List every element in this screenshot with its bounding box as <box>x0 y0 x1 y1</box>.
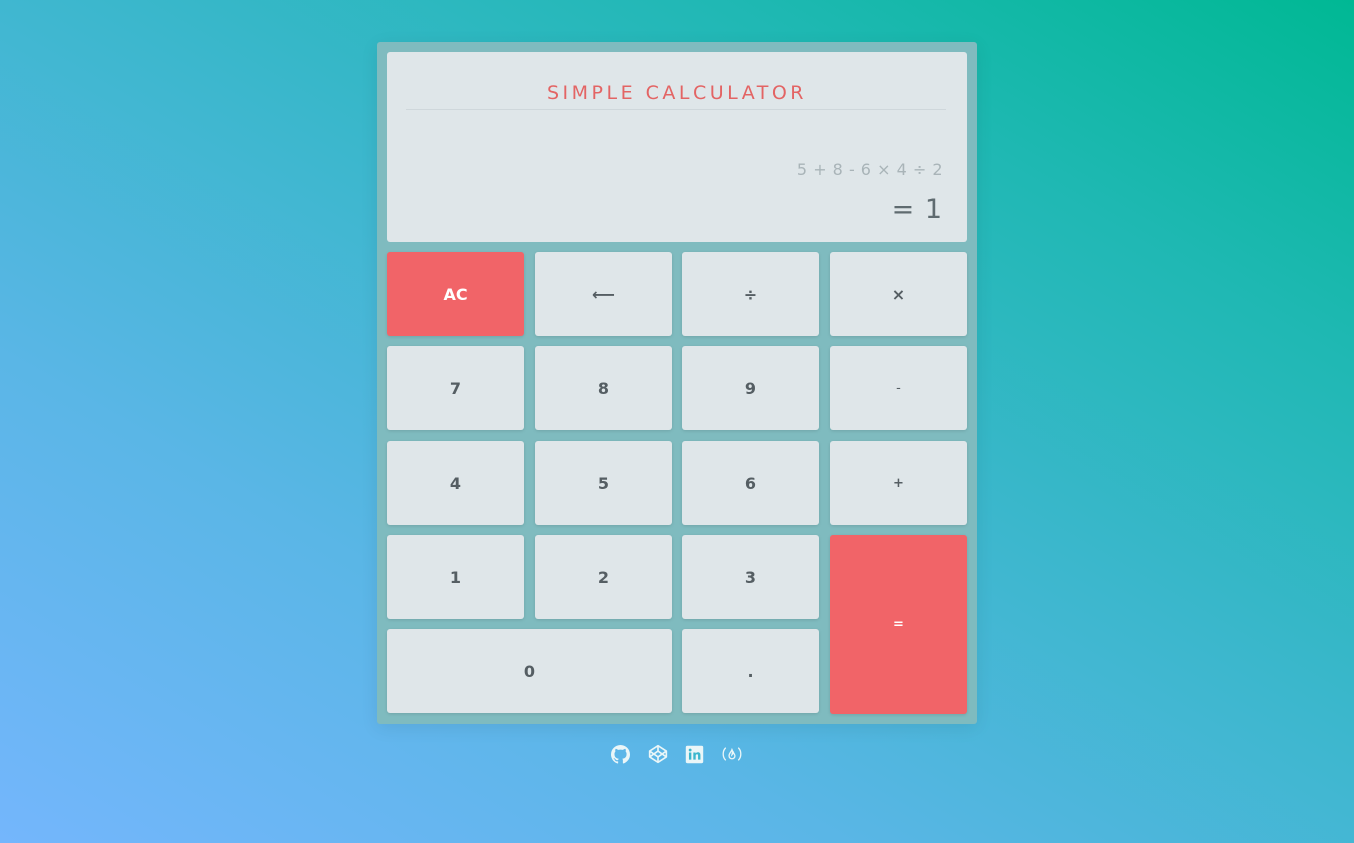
decimal-button[interactable]: . <box>682 629 819 713</box>
two-button[interactable]: 2 <box>535 535 672 619</box>
result-display: = 1 <box>891 194 943 225</box>
subtract-button[interactable]: - <box>830 346 967 430</box>
backspace-button[interactable]: ⟵ <box>535 252 672 336</box>
one-button[interactable]: 1 <box>387 535 524 619</box>
expression-display: 5 + 8 - 6 × 4 ÷ 2 <box>796 160 943 179</box>
linkedin-link[interactable] <box>684 742 706 766</box>
equals-button[interactable]: = <box>830 535 967 714</box>
codepen-link[interactable] <box>647 742 669 766</box>
calculator: SIMPLE CALCULATOR 5 + 8 - 6 × 4 ÷ 2 = 1 … <box>377 42 977 724</box>
calculator-title: SIMPLE CALCULATOR <box>547 82 807 104</box>
linkedin-icon <box>685 745 704 763</box>
freecodecamp-link[interactable] <box>721 742 743 766</box>
freecodecamp-icon <box>722 747 741 761</box>
codepen-icon <box>648 744 667 764</box>
clear-button[interactable]: AC <box>387 252 524 336</box>
divide-button[interactable]: ÷ <box>682 252 819 336</box>
add-button[interactable]: + <box>830 441 967 525</box>
calculator-screen: SIMPLE CALCULATOR 5 + 8 - 6 × 4 ÷ 2 = 1 <box>387 52 967 242</box>
zero-button[interactable]: 0 <box>387 629 672 713</box>
five-button[interactable]: 5 <box>535 441 672 525</box>
title-divider <box>406 109 946 110</box>
nine-button[interactable]: 9 <box>682 346 819 430</box>
seven-button[interactable]: 7 <box>387 346 524 430</box>
github-icon <box>611 744 630 764</box>
multiply-button[interactable]: × <box>830 252 967 336</box>
eight-button[interactable]: 8 <box>535 346 672 430</box>
social-links <box>0 742 1353 766</box>
three-button[interactable]: 3 <box>682 535 819 619</box>
github-link[interactable] <box>610 742 632 766</box>
six-button[interactable]: 6 <box>682 441 819 525</box>
four-button[interactable]: 4 <box>387 441 524 525</box>
